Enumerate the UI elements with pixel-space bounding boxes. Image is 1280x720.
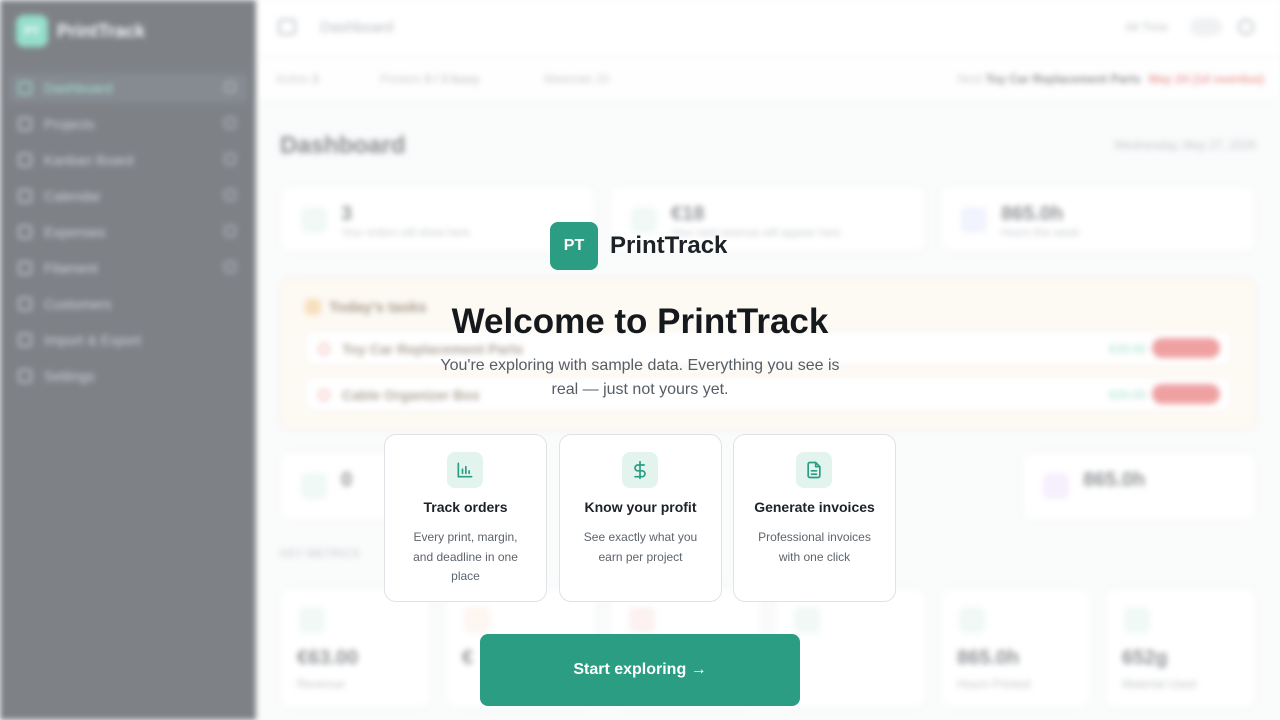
document-icon bbox=[796, 452, 832, 488]
dollar-icon bbox=[622, 452, 658, 488]
welcome-title: Welcome to PrintTrack bbox=[451, 302, 829, 341]
welcome-brand-name: PrintTrack bbox=[610, 232, 728, 259]
start-exploring-button[interactable]: Start exploring → bbox=[480, 634, 800, 706]
welcome-subtitle: You're exploring with sample data. Every… bbox=[440, 357, 840, 398]
feature-description: Every print, margin, and deadline in one… bbox=[413, 530, 518, 583]
feature-card-invoices: Generate invoices Professional invoices … bbox=[733, 434, 896, 602]
feature-description: See exactly what you earn per project bbox=[583, 530, 698, 564]
feature-title: Track orders bbox=[423, 499, 508, 515]
feature-card-track-orders: Track orders Every print, margin, and de… bbox=[384, 434, 547, 602]
welcome-logo: PT bbox=[550, 222, 598, 270]
bar-chart-icon bbox=[447, 452, 483, 488]
welcome-brand: PT PrintTrack bbox=[550, 222, 727, 270]
feature-title: Know your profit bbox=[584, 499, 697, 515]
feature-card-profit: Know your profit See exactly what you ea… bbox=[559, 434, 722, 602]
feature-description: Professional invoices with one click bbox=[758, 530, 871, 564]
welcome-dialog: PT PrintTrack Welcome to PrintTrack You'… bbox=[0, 0, 1280, 720]
feature-title: Generate invoices bbox=[754, 499, 875, 515]
